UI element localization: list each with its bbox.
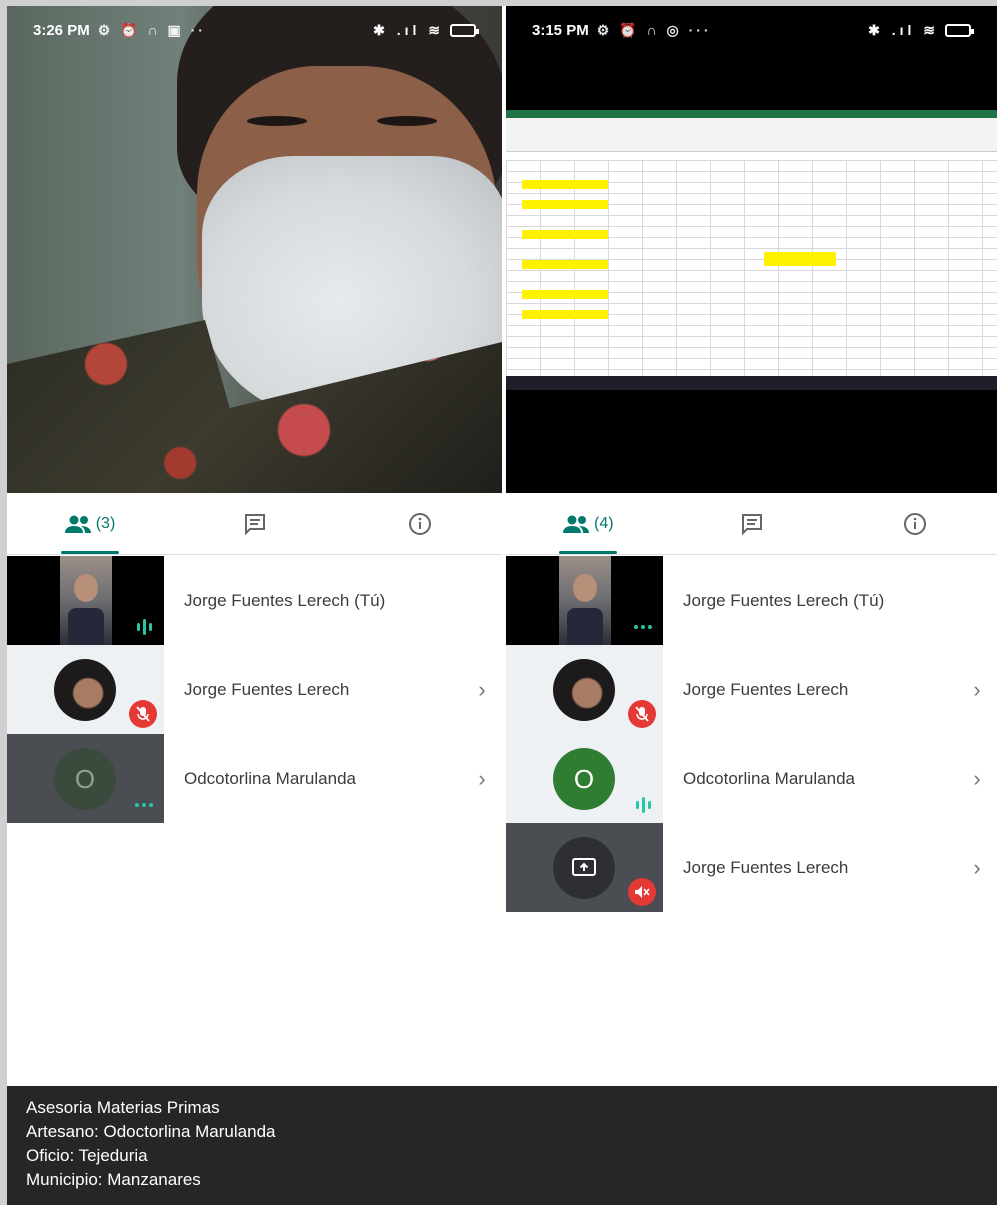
people-count: (4) <box>594 514 614 532</box>
avatar <box>54 659 116 721</box>
caption-municipality: Municipio: Manzanares <box>26 1170 201 1189</box>
chevron-right-icon[interactable]: › <box>957 855 997 881</box>
left-phone-screen: 3:26 PM ⚙ ⏰ ∩ ▣ ·· ✱ .ıl ≋ (3) Jorge Fue… <box>7 6 502 1086</box>
participant-row[interactable]: Jorge Fuentes Lerech (Tú) <box>7 556 502 645</box>
signal-wifi-icons: ✱ .ıl ≋ <box>373 21 444 38</box>
status-notification-icons: ⚙ ⏰ ∩ ◎ ··· <box>596 21 712 38</box>
participant-name: Jorge Fuentes Lerech <box>184 679 350 699</box>
highlighted-cell <box>522 260 608 269</box>
participant-row[interactable]: Jorge Fuentes Lerech › <box>506 823 997 912</box>
participant-row[interactable]: Jorge Fuentes Lerech › <box>506 645 997 734</box>
people-icon <box>562 514 590 534</box>
highlighted-note <box>764 252 836 266</box>
self-camera-preview <box>60 556 112 645</box>
participant-list: Jorge Fuentes Lerech (Tú) Jorge Fuentes … <box>7 556 502 823</box>
highlighted-cell <box>522 200 608 209</box>
avatar: O <box>54 748 116 810</box>
people-count: (3) <box>95 514 116 532</box>
screen-share-feed[interactable]: 3:15 PM ⚙ ⏰ ∩ ◎ ··· ✱ .ıl ≋ <box>506 6 997 493</box>
volume-off-icon <box>628 878 656 906</box>
presentation-avatar <box>553 837 615 899</box>
status-bar: 3:26 PM ⚙ ⏰ ∩ ▣ ·· ✱ .ıl ≋ <box>7 6 502 54</box>
avatar <box>553 659 615 721</box>
info-icon <box>408 512 432 536</box>
participant-row[interactable]: Jorge Fuentes Lerech › <box>7 645 502 734</box>
video-person-eyebrow-right <box>377 116 437 126</box>
meeting-tabs: (4) <box>506 493 997 555</box>
info-icon <box>903 512 927 536</box>
participant-thumbnail: O <box>506 734 663 823</box>
tab-people[interactable]: (4) <box>506 493 670 554</box>
participant-row[interactable]: O Odcotorlina Marulanda › <box>7 734 502 823</box>
participant-thumbnail <box>7 556 164 645</box>
chat-icon <box>243 512 267 536</box>
battery-icon <box>450 23 479 37</box>
participant-name: Jorge Fuentes Lerech <box>683 679 849 699</box>
mic-off-icon <box>628 700 656 728</box>
caption-title: Asesoria Materias Primas <box>26 1098 220 1117</box>
highlighted-cell <box>522 230 608 239</box>
signal-wifi-icons: ✱ .ıl ≋ <box>868 21 939 38</box>
status-system-icons: ✱ .ıl ≋ <box>868 21 974 39</box>
caption-artisan: Artesano: Odoctorlina Marulanda <box>26 1122 276 1141</box>
highlighted-cell <box>522 180 608 189</box>
avatar: O <box>553 748 615 810</box>
spreadsheet-ribbon <box>506 118 997 152</box>
present-screen-icon <box>572 858 596 876</box>
battery-icon <box>945 23 974 37</box>
spreadsheet-grid <box>506 160 997 376</box>
people-icon <box>64 514 92 534</box>
shared-taskbar <box>506 376 997 390</box>
participant-row[interactable]: Jorge Fuentes Lerech (Tú) <box>506 556 997 645</box>
speaking-indicator-icon <box>131 617 157 637</box>
chat-icon <box>740 512 764 536</box>
mic-off-icon <box>129 700 157 728</box>
participant-thumbnail <box>506 556 663 645</box>
highlighted-cell <box>522 310 608 319</box>
participant-thumbnail: O <box>7 734 164 823</box>
chevron-right-icon[interactable]: › <box>957 766 997 792</box>
caption-box: Asesoria Materias Primas Artesano: Odoct… <box>7 1086 997 1205</box>
chevron-right-icon[interactable]: › <box>462 677 502 703</box>
right-phone-screen: 3:15 PM ⚙ ⏰ ∩ ◎ ··· ✱ .ıl ≋ (4) Jorge Fu… <box>506 6 997 1086</box>
status-bar: 3:15 PM ⚙ ⏰ ∩ ◎ ··· ✱ .ıl ≋ <box>506 6 997 54</box>
participant-name: Odcotorlina Marulanda <box>683 768 855 788</box>
participant-thumbnail <box>506 645 663 734</box>
tab-info[interactable] <box>833 493 997 554</box>
participant-name: Jorge Fuentes Lerech (Tú) <box>184 590 386 610</box>
self-camera-preview <box>559 556 611 645</box>
participant-row[interactable]: O Odcotorlina Marulanda › <box>506 734 997 823</box>
main-video-feed[interactable]: 3:26 PM ⚙ ⏰ ∩ ▣ ·· ✱ .ıl ≋ <box>7 6 502 493</box>
tab-info[interactable] <box>337 493 502 554</box>
tab-chat[interactable] <box>670 493 834 554</box>
more-dots-icon <box>630 622 656 632</box>
participant-name: Jorge Fuentes Lerech <box>683 857 849 877</box>
highlighted-cell <box>522 290 608 299</box>
chevron-right-icon[interactable]: › <box>462 766 502 792</box>
screenshot-frame: 3:26 PM ⚙ ⏰ ∩ ▣ ·· ✱ .ıl ≋ (3) Jorge Fue… <box>7 6 997 1086</box>
status-time: 3:15 PM <box>532 21 589 39</box>
participant-name: Odcotorlina Marulanda <box>184 768 356 788</box>
video-person-eyebrow-left <box>247 116 307 126</box>
participant-name: Jorge Fuentes Lerech (Tú) <box>683 590 885 610</box>
caption-trade: Oficio: Tejeduria <box>26 1146 148 1165</box>
participant-thumbnail <box>7 645 164 734</box>
status-system-icons: ✱ .ıl ≋ <box>373 21 479 39</box>
speaking-indicator-icon <box>630 795 656 815</box>
tab-people[interactable]: (3) <box>7 493 172 554</box>
participant-list: Jorge Fuentes Lerech (Tú) Jorge Fuentes … <box>506 556 997 912</box>
shared-spreadsheet <box>506 110 997 390</box>
status-notification-icons: ⚙ ⏰ ∩ ▣ ·· <box>97 21 206 38</box>
tab-chat[interactable] <box>172 493 337 554</box>
participant-thumbnail <box>506 823 663 912</box>
status-time: 3:26 PM <box>33 21 90 39</box>
chevron-right-icon[interactable]: › <box>957 677 997 703</box>
meeting-tabs: (3) <box>7 493 502 555</box>
more-dots-icon <box>131 800 157 810</box>
